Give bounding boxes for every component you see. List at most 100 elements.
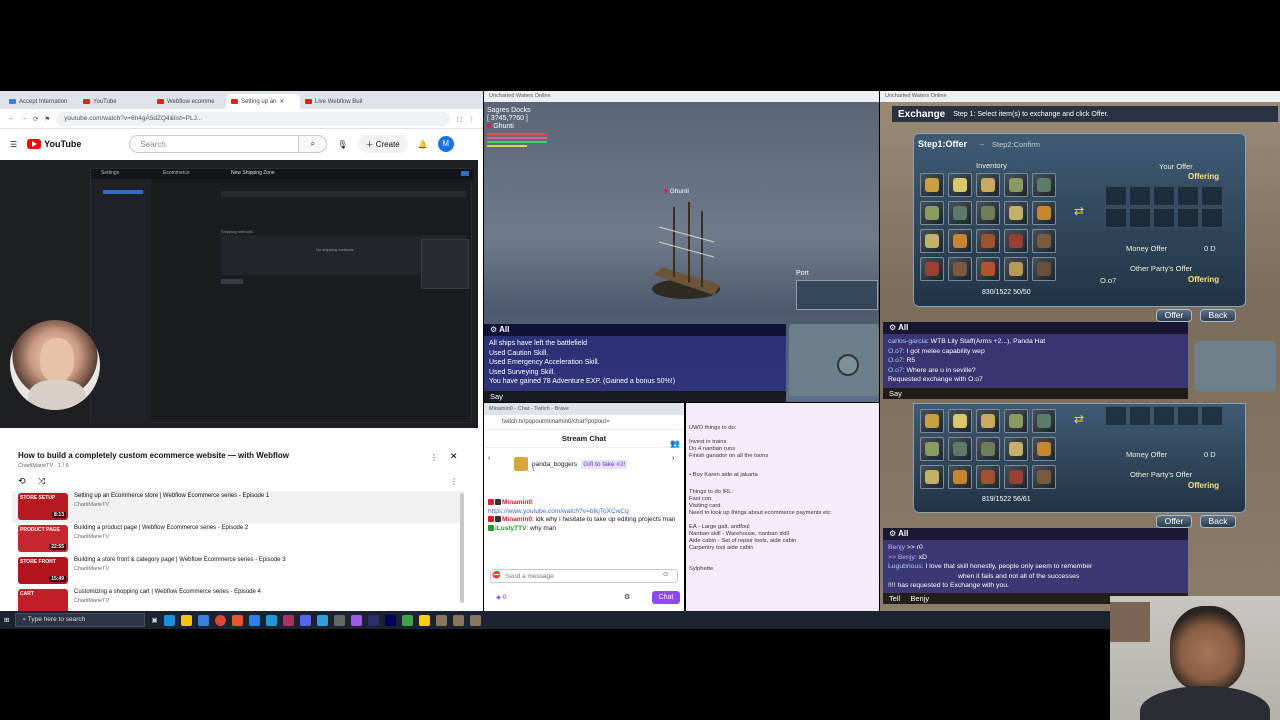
chevron-left-icon[interactable]: ‹ <box>488 455 490 462</box>
url-input[interactable]: twitch.tv/popout/minamin0/chat?popout= <box>484 415 684 430</box>
inventory-slot[interactable] <box>976 229 1000 253</box>
playlist-item[interactable]: PRODUCT PAGE 22:55 Building a product pag… <box>18 525 458 555</box>
url-input[interactable]: youtube.com/watch?v=6h4gA5dZQ4&list=PLJ.… <box>56 111 451 126</box>
close-playlist-icon[interactable]: ✕ <box>450 451 458 462</box>
inventory-slot[interactable] <box>1004 409 1028 433</box>
task-view-icon[interactable]: ▣ <box>151 616 157 624</box>
chevron-right-icon[interactable]: › <box>672 455 674 462</box>
your-offer-grid[interactable] <box>1105 406 1223 426</box>
inventory-slot[interactable] <box>948 409 972 433</box>
chat-settings-icon[interactable]: ⚙ <box>624 593 630 601</box>
game-window-left[interactable]: Uncharted Waters Online Sagres Docks [ 3… <box>484 91 879 402</box>
transfer-arrows-icon[interactable]: ⇄ <box>1074 412 1084 426</box>
game-icon[interactable] <box>469 614 481 626</box>
browser-tab-active[interactable]: Setting up an ✕ <box>226 94 300 109</box>
browser-tab[interactable]: YouTube <box>78 94 152 109</box>
smile-icon[interactable]: ☺ <box>662 571 669 578</box>
inventory-slot[interactable] <box>976 465 1000 489</box>
inventory-slot[interactable] <box>948 437 972 461</box>
inventory-slot[interactable] <box>1004 437 1028 461</box>
chat-username[interactable]: Minamin0 <box>502 499 532 506</box>
discord-icon[interactable] <box>299 614 311 626</box>
brave-icon[interactable] <box>231 614 243 626</box>
chrome-icon[interactable] <box>214 614 226 626</box>
channel-points[interactable]: ◈ 0 <box>496 593 506 601</box>
avatar[interactable]: M <box>437 136 454 152</box>
loop-icon[interactable]: ⟲ <box>18 476 26 487</box>
close-tab-icon[interactable]: ✕ <box>279 98 284 105</box>
transfer-arrows-icon[interactable]: ⇄ <box>1074 204 1084 218</box>
skill-shortcut-bar[interactable] <box>796 280 878 310</box>
app-icon[interactable] <box>248 614 260 626</box>
app-icon[interactable] <box>333 614 345 626</box>
extensions-icon[interactable]: ⬚ <box>456 115 462 123</box>
premiere-icon[interactable] <box>367 614 379 626</box>
inventory-slot[interactable] <box>948 201 972 225</box>
inventory-slot[interactable] <box>1032 409 1056 433</box>
playlist-item[interactable]: CART Customizing a shopping cart | Webfl… <box>18 589 458 611</box>
inventory-slot[interactable] <box>920 437 944 461</box>
game-viewport[interactable]: Sagres Docks [ 3?45,??60 ] ■ Ghunti ■ Gh… <box>484 102 879 402</box>
app-icon[interactable] <box>350 614 362 626</box>
money-offer-value[interactable]: 0 D <box>1204 450 1216 459</box>
app-icon[interactable] <box>265 614 277 626</box>
inventory-slot[interactable] <box>1004 173 1028 197</box>
your-offer-grid[interactable] <box>1105 186 1223 228</box>
inventory-slot[interactable] <box>948 173 972 197</box>
reload-icon[interactable]: ⟳ <box>33 115 38 123</box>
playlist-item[interactable]: STORE SETUP 8:13 Setting up an Ecommerce … <box>18 493 458 523</box>
inventory-slot[interactable] <box>1032 257 1056 281</box>
offer-button[interactable]: Offer <box>1156 309 1192 322</box>
inventory-slot[interactable] <box>1004 257 1028 281</box>
bell-icon[interactable]: 🔔 <box>418 140 428 149</box>
app-icon[interactable] <box>401 614 413 626</box>
money-offer-value[interactable]: 0 D <box>1204 244 1216 253</box>
chat-input[interactable]: Send a message <box>490 569 678 583</box>
bookmark-icon[interactable]: ⚑ <box>44 115 50 123</box>
search-button[interactable]: ⌕ <box>299 135 328 153</box>
game-icon[interactable] <box>435 614 447 626</box>
back-arrow-icon[interactable]: ← <box>8 115 15 122</box>
minimap[interactable] <box>789 324 879 396</box>
chat-username[interactable]: iLustyTTV <box>495 525 526 532</box>
shuffle-icon[interactable]: ⤨ <box>38 476 45 487</box>
file-explorer-icon[interactable] <box>180 614 192 626</box>
notes-app-icon[interactable] <box>418 614 430 626</box>
offer-button[interactable]: Offer <box>1156 515 1192 528</box>
browser-tab[interactable]: Live Webflow Buil <box>300 94 374 109</box>
inventory-slot[interactable] <box>1032 229 1056 253</box>
chat-channel-tab[interactable]: ⚙ All <box>484 324 786 336</box>
chat-input-bar[interactable]: Say <box>883 388 1188 399</box>
notes-panel[interactable]: UWO things to do: Invest in trains Do 4 … <box>686 403 879 611</box>
inventory-slot[interactable] <box>1032 173 1056 197</box>
chat-send-button[interactable]: Chat <box>652 591 680 604</box>
chat-link[interactable]: https://www.youtube.com/watch?v=bIkjToXC… <box>488 508 678 517</box>
playlist-more-icon[interactable]: ⋮ <box>430 453 438 462</box>
playlist-options-icon[interactable]: ⋮ <box>450 477 458 486</box>
game-icon[interactable] <box>452 614 464 626</box>
inventory-slot[interactable] <box>948 229 972 253</box>
inventory-slot[interactable] <box>976 257 1000 281</box>
inventory-slot[interactable] <box>976 409 1000 433</box>
after-effects-icon[interactable] <box>384 614 396 626</box>
app-icon[interactable] <box>282 614 294 626</box>
inventory-slot[interactable] <box>920 257 944 281</box>
inventory-slot[interactable] <box>976 173 1000 197</box>
windows-start-icon[interactable]: ⊞ <box>4 616 9 624</box>
inventory-slot[interactable] <box>920 229 944 253</box>
edge-icon[interactable] <box>163 614 175 626</box>
telegram-icon[interactable] <box>316 614 328 626</box>
game-window-right[interactable]: Uncharted Waters Online Exchange Step 1:… <box>880 91 1280 611</box>
inventory-slot[interactable] <box>1032 437 1056 461</box>
inventory-slot[interactable] <box>1004 201 1028 225</box>
chat-username[interactable]: Minamin0 <box>502 516 532 523</box>
playlist-item[interactable]: STORE FRONT 15:49 Building a store front … <box>18 557 458 587</box>
forward-arrow-icon[interactable]: → <box>21 115 28 122</box>
search-input[interactable]: Search <box>129 135 300 153</box>
menu-dots-icon[interactable]: ⋮ <box>469 115 476 123</box>
inventory-slot[interactable] <box>1032 201 1056 225</box>
inventory-slot[interactable] <box>948 465 972 489</box>
inventory-slot[interactable] <box>920 409 944 433</box>
inventory-slot[interactable] <box>976 201 1000 225</box>
video-player[interactable]: Settings Ecommerce New Shipping Zone Shi… <box>0 160 478 428</box>
